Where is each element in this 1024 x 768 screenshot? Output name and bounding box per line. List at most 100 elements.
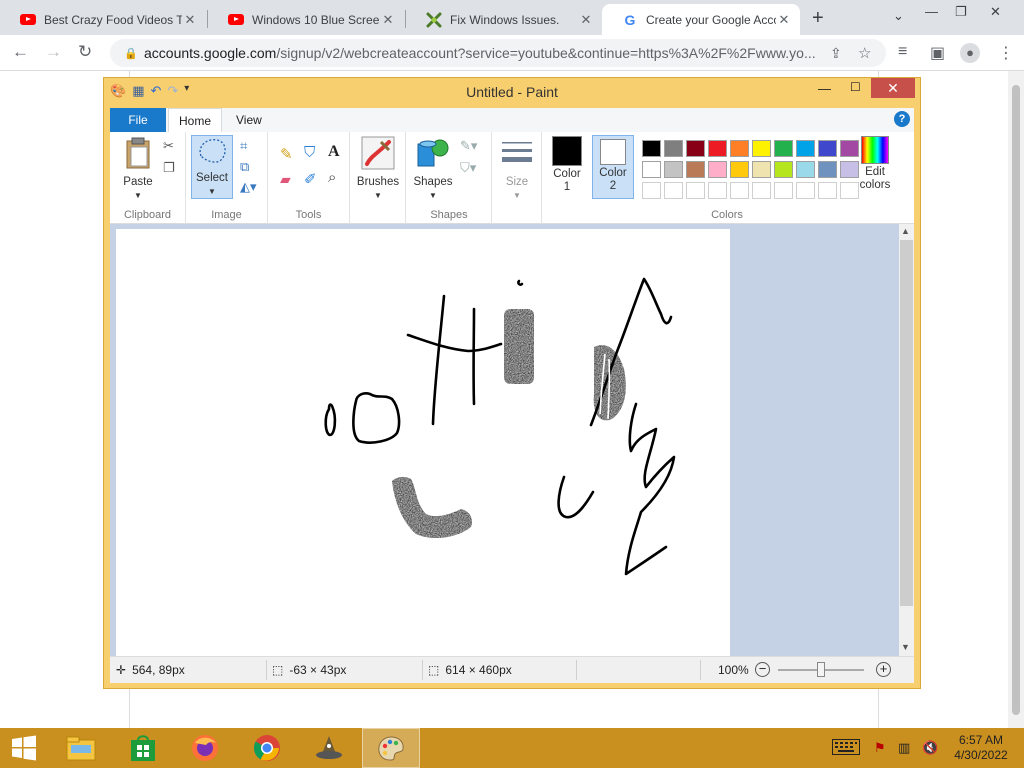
- palette-color-swatch[interactable]: [752, 161, 771, 178]
- palette-color-swatch[interactable]: [642, 161, 661, 178]
- file-tab[interactable]: File: [110, 108, 166, 132]
- palette-color-swatch[interactable]: [730, 161, 749, 178]
- volume-muted-icon[interactable]: 🔇: [922, 740, 938, 756]
- paste-button[interactable]: Paste ▼: [116, 136, 160, 202]
- reload-button[interactable]: ↻: [78, 42, 92, 62]
- custom-color-slot[interactable]: [708, 182, 727, 199]
- new-tab-button[interactable]: +: [812, 7, 824, 30]
- canvas-scrollbar[interactable]: ▲ ▼: [899, 224, 914, 656]
- close-tab-icon[interactable]: ✕: [578, 12, 594, 28]
- tab-search-chevron-icon[interactable]: ⌄: [893, 8, 904, 24]
- palette-color-swatch[interactable]: [642, 140, 661, 157]
- zoom-slider-thumb[interactable]: [817, 662, 825, 677]
- palette-color-swatch[interactable]: [796, 140, 815, 157]
- touch-keyboard-icon[interactable]: [832, 739, 860, 758]
- close-tab-icon[interactable]: ✕: [776, 12, 792, 28]
- palette-color-swatch[interactable]: [818, 161, 837, 178]
- scroll-down-icon[interactable]: ▼: [901, 642, 910, 652]
- brushes-button[interactable]: Brushes ▼: [354, 136, 402, 202]
- color1-button[interactable]: Color 1: [548, 136, 586, 194]
- start-button[interactable]: [0, 728, 48, 768]
- magnifier-icon[interactable]: ⌕: [328, 169, 336, 186]
- app-taskbar-button[interactable]: [300, 728, 358, 768]
- custom-color-slot[interactable]: [752, 182, 771, 199]
- browser-tab-food-videos[interactable]: Best Crazy Food Videos T ✕: [0, 4, 206, 35]
- share-icon[interactable]: ⇪: [830, 45, 858, 62]
- back-button[interactable]: ←: [12, 42, 29, 62]
- palette-color-swatch[interactable]: [708, 140, 727, 157]
- file-explorer-taskbar-button[interactable]: [52, 728, 110, 768]
- browser-tab-google-account[interactable]: G Create your Google Acco ✕: [602, 4, 800, 35]
- copy-icon[interactable]: ❐: [163, 160, 175, 176]
- close-tab-icon[interactable]: ✕: [380, 12, 396, 28]
- color2-button[interactable]: Color 2: [592, 135, 634, 199]
- palette-color-swatch[interactable]: [664, 161, 683, 178]
- palette-color-swatch[interactable]: [730, 140, 749, 157]
- text-tool-icon[interactable]: A: [328, 143, 340, 161]
- minimize-button[interactable]: —: [925, 4, 938, 19]
- fill-icon[interactable]: ⛉▾: [460, 160, 476, 176]
- clock[interactable]: 6:57 AM 4/30/2022: [950, 733, 1012, 763]
- page-scrollbar[interactable]: [1008, 71, 1024, 728]
- palette-color-swatch[interactable]: [774, 161, 793, 178]
- paint-close-button[interactable]: ✕: [871, 78, 915, 98]
- close-window-button[interactable]: ✕: [990, 4, 1001, 20]
- chrome-taskbar-button[interactable]: [238, 728, 296, 768]
- resize-icon[interactable]: ⧉: [240, 159, 249, 175]
- close-tab-icon[interactable]: ✕: [182, 12, 198, 28]
- select-button[interactable]: Select ▼: [191, 135, 233, 199]
- cut-icon[interactable]: ✂: [163, 138, 174, 154]
- edit-colors-button[interactable]: Edit colors: [850, 136, 900, 192]
- paint-title-bar[interactable]: 🎨 ▦ ↶ ↷ ▾ Untitled - Paint — ☐ ✕: [104, 78, 920, 106]
- paint-minimize-button[interactable]: —: [818, 81, 831, 96]
- media-control-icon[interactable]: ≡: [898, 43, 907, 61]
- browser-menu-icon[interactable]: ⋮: [998, 43, 1014, 63]
- custom-color-slot[interactable]: [664, 182, 683, 199]
- firefox-taskbar-button[interactable]: [176, 728, 234, 768]
- scrollbar-thumb[interactable]: [1012, 85, 1020, 715]
- canvas-scrollbar-thumb[interactable]: [900, 240, 913, 606]
- home-tab[interactable]: Home: [168, 108, 222, 133]
- zoom-in-button[interactable]: +: [876, 662, 891, 677]
- store-taskbar-button[interactable]: [114, 728, 172, 768]
- address-bar[interactable]: 🔒 accounts.google.com/signup/v2/webcreat…: [110, 39, 886, 67]
- drawing-canvas[interactable]: [116, 229, 730, 656]
- size-button[interactable]: Size ▼: [497, 136, 537, 202]
- fill-bucket-icon[interactable]: ⛉: [304, 144, 315, 161]
- zoom-out-button[interactable]: −: [755, 662, 770, 677]
- browser-tab-blue-screen[interactable]: Windows 10 Blue Screen ✕: [208, 4, 404, 35]
- side-panel-icon[interactable]: ▣: [930, 43, 945, 63]
- paint-taskbar-button[interactable]: [362, 728, 420, 768]
- rotate-icon[interactable]: ◭▾: [240, 179, 257, 195]
- scroll-up-icon[interactable]: ▲: [901, 226, 910, 236]
- bookmark-star-icon[interactable]: ☆: [858, 44, 886, 62]
- palette-color-swatch[interactable]: [774, 140, 793, 157]
- paint-maximize-button[interactable]: ☐: [850, 80, 861, 94]
- restore-button[interactable]: ❐: [955, 4, 967, 20]
- custom-color-slot[interactable]: [774, 182, 793, 199]
- outline-icon[interactable]: ✎▾: [460, 138, 477, 154]
- custom-color-slot[interactable]: [642, 182, 661, 199]
- browser-tab-fix-windows[interactable]: Fix Windows Issues. ✕: [406, 4, 602, 35]
- shapes-button[interactable]: Shapes ▼: [410, 136, 456, 202]
- custom-color-slot[interactable]: [796, 182, 815, 199]
- pencil-icon[interactable]: ✎: [280, 145, 293, 163]
- profile-avatar-icon[interactable]: ●: [960, 43, 980, 63]
- action-center-flag-icon[interactable]: ⚑: [874, 740, 886, 756]
- custom-color-slot[interactable]: [818, 182, 837, 199]
- palette-color-swatch[interactable]: [686, 140, 705, 157]
- palette-color-swatch[interactable]: [818, 140, 837, 157]
- view-tab[interactable]: View: [236, 108, 262, 132]
- custom-color-slot[interactable]: [686, 182, 705, 199]
- palette-color-swatch[interactable]: [708, 161, 727, 178]
- color-picker-icon[interactable]: ✐: [304, 170, 317, 188]
- palette-color-swatch[interactable]: [686, 161, 705, 178]
- forward-button[interactable]: →: [45, 42, 62, 62]
- crop-icon[interactable]: ⌗: [240, 138, 247, 154]
- palette-color-swatch[interactable]: [752, 140, 771, 157]
- help-icon[interactable]: ?: [894, 111, 910, 127]
- eraser-icon[interactable]: ▰: [280, 171, 291, 188]
- network-icon[interactable]: ▥: [898, 740, 910, 756]
- custom-color-slot[interactable]: [730, 182, 749, 199]
- palette-color-swatch[interactable]: [796, 161, 815, 178]
